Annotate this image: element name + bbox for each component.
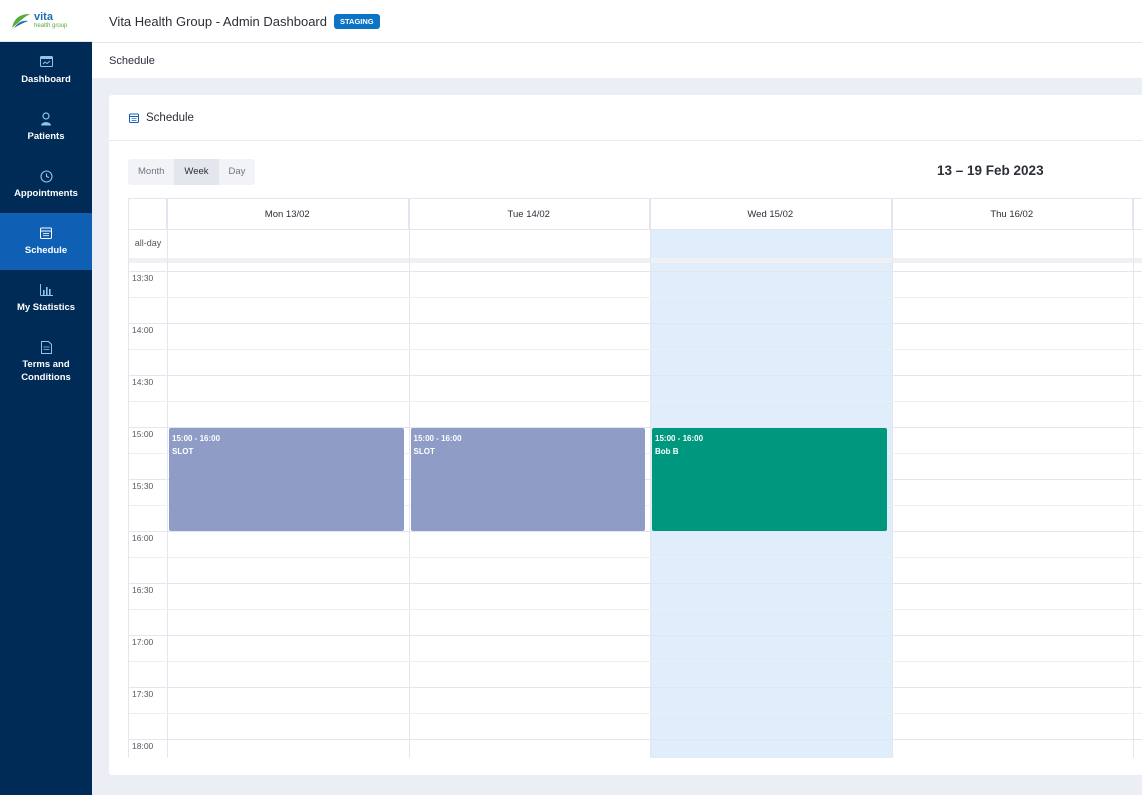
view-switcher: Month Week Day (128, 159, 256, 185)
slot-line (129, 323, 1142, 324)
sidebar: vita health group Dashboard Patients App… (0, 0, 92, 795)
document-icon (39, 340, 53, 354)
environment-badge: STAGING (334, 13, 380, 29)
time-label: 16:00 (132, 533, 154, 543)
sidebar-item-terms-and-conditions[interactable]: Terms and Conditions (0, 327, 92, 397)
sidebar-item-label: Dashboard (21, 74, 71, 85)
time-label: 17:00 (132, 637, 154, 647)
time-label: 15:30 (132, 481, 154, 491)
breadcrumb-bar: Schedule (92, 43, 1142, 78)
time-label: 14:00 (132, 325, 154, 335)
date-range-title: 13 – 19 Feb 2023 (937, 163, 1044, 178)
day-header[interactable]: Thu 16/02 (892, 199, 1133, 230)
event-title: SLOT (172, 447, 194, 456)
time-label: 18:00 (132, 741, 154, 751)
slot-line (129, 739, 1142, 740)
slot-line (129, 557, 1142, 558)
slot-line (129, 687, 1142, 688)
slot-line (129, 583, 1142, 584)
app-title: Vita Health Group - Admin Dashboard (109, 13, 327, 29)
logo-sub-text: health group (34, 23, 68, 29)
event-title: Bob B (655, 447, 679, 456)
slot-line (129, 349, 1142, 350)
sidebar-item-label: Patients (27, 131, 65, 142)
calendar-icon (129, 113, 139, 123)
slot-line (129, 297, 1142, 298)
sidebar-item-dashboard[interactable]: Dashboard (0, 42, 92, 99)
slot-event[interactable]: 15:00 - 16:00 SLOT (410, 428, 645, 531)
header: Vita Health Group - Admin Dashboard STAG… (92, 0, 1142, 43)
day-header[interactable]: Mon 13/02 (167, 199, 409, 230)
patient-icon (39, 112, 53, 126)
event-time: 15:00 - 16:00 (413, 434, 462, 443)
all-day-divider (129, 258, 1142, 263)
logo[interactable]: vita health group (0, 0, 92, 42)
sidebar-item-appointments[interactable]: Appointments (0, 156, 92, 213)
sidebar-item-my-statistics[interactable]: My Statistics (0, 270, 92, 327)
schedule-card: Schedule Month Week Day 13 – 19 Feb 2023… (109, 95, 1142, 775)
calendar-icon (39, 226, 53, 240)
dashboard-icon (39, 55, 53, 69)
all-day-label: all-day (134, 238, 162, 248)
card-title: Schedule (146, 111, 194, 124)
day-header-row: Mon 13/02 Tue 14/02 Wed 15/02 Thu 16/02 (129, 199, 1142, 230)
breadcrumb: Schedule (109, 54, 155, 67)
time-label: 14:30 (132, 377, 154, 387)
sidebar-item-label: Schedule (24, 245, 68, 256)
day-header[interactable]: Wed 15/02 (650, 199, 892, 230)
time-label: 16:30 (132, 585, 154, 595)
sidebar-item-label: Appointments (14, 188, 78, 199)
sidebar-item-schedule[interactable]: Schedule (0, 213, 92, 270)
time-label: 17:30 (132, 689, 154, 699)
all-day-row[interactable]: all-day (129, 230, 1142, 259)
slot-line (129, 375, 1142, 376)
slot-line (129, 531, 1142, 532)
slot-line (129, 713, 1142, 714)
sidebar-item-label: My Statistics (16, 302, 76, 313)
appointment-event[interactable]: 15:00 - 16:00 Bob B (652, 428, 887, 531)
vita-leaf-icon (12, 13, 30, 28)
sidebar-item-label: Terms and Conditions (21, 359, 71, 383)
view-week-button[interactable]: Week (174, 159, 219, 185)
card-header: Schedule (109, 95, 1142, 141)
day-header[interactable]: Tue 14/02 (409, 199, 650, 230)
logo-main-text: vita (34, 11, 53, 23)
slot-event[interactable]: 15:00 - 16:00 SLOT (169, 428, 404, 531)
time-label: 15:00 (132, 429, 154, 439)
event-title: SLOT (413, 447, 435, 456)
slot-line (129, 661, 1142, 662)
slot-line (129, 401, 1142, 402)
sidebar-item-patients[interactable]: Patients (0, 99, 92, 156)
bar-chart-icon (39, 283, 53, 297)
event-time: 15:00 - 16:00 (172, 434, 221, 443)
view-month-button[interactable]: Month (128, 159, 174, 185)
event-time: 15:00 - 16:00 (655, 434, 704, 443)
slot-line (129, 271, 1142, 272)
time-gutter-header (129, 199, 167, 230)
slot-line (129, 635, 1142, 636)
view-day-button[interactable]: Day (219, 159, 256, 185)
slot-line (129, 609, 1142, 610)
time-label: 13:30 (132, 273, 154, 283)
clock-icon (39, 169, 53, 183)
week-calendar: Mon 13/02 Tue 14/02 Wed 15/02 Thu 16/02 … (128, 198, 1142, 758)
